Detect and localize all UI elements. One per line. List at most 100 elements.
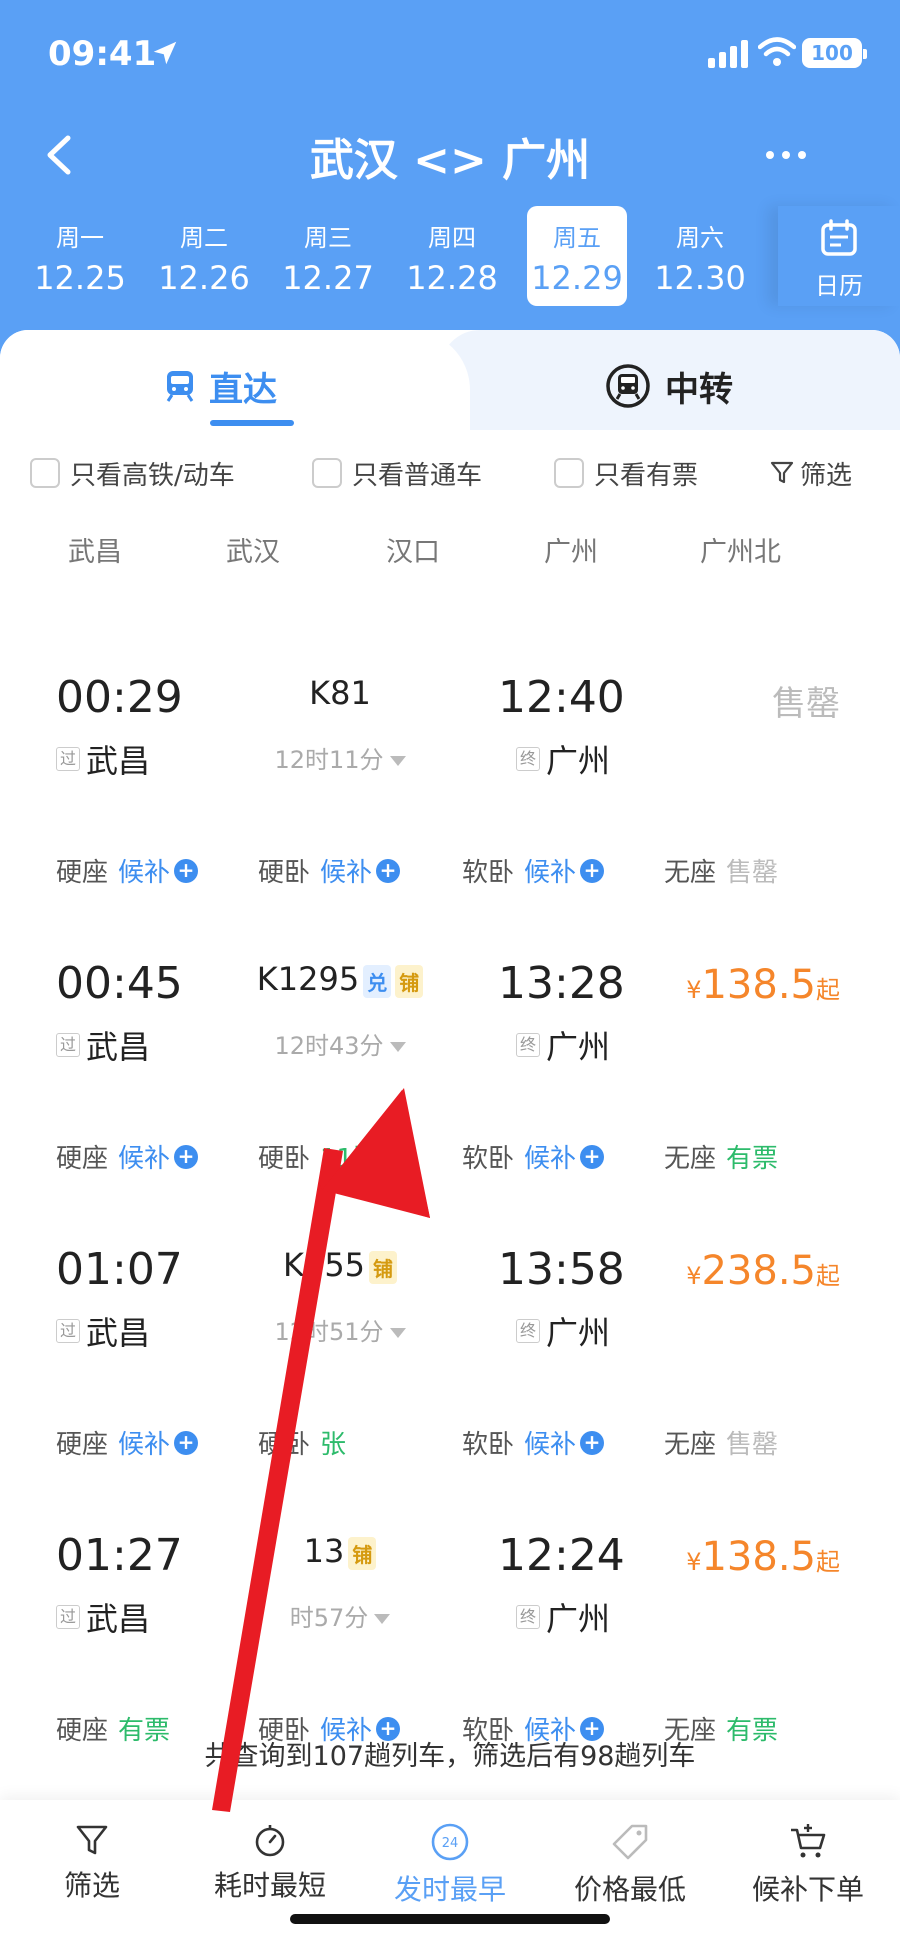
plus-icon: + [174, 1144, 199, 1169]
filter-available-checkbox[interactable]: 只看有票 [554, 450, 698, 496]
filter-normal-checkbox[interactable]: 只看普通车 [312, 450, 482, 496]
seat-no-seat[interactable]: 无座 售罄 [664, 852, 778, 889]
price: ¥138.5起 [686, 1534, 840, 1580]
date-item-selected[interactable]: 周五 12.29 [527, 206, 627, 306]
date-weekday: 周一 [56, 224, 104, 252]
seat-soft-sleeper[interactable]: 软卧 候补 + [462, 1138, 605, 1175]
price-suffix: 起 [816, 976, 840, 1004]
calendar-button[interactable]: 日历 [778, 206, 900, 306]
seat-hard-sleeper[interactable]: 硬卧 候补 + [258, 852, 401, 889]
seat-name: 软卧 [462, 1430, 515, 1460]
seat-status: 候补 [524, 1144, 577, 1174]
station-chip[interactable]: 武汉 [226, 530, 280, 569]
seat-row: 硬座 候补 + 硬卧 候补 + 软卧 候补 + 无座 售罄 [0, 852, 900, 896]
seat-no-seat[interactable]: 无座 有票 [664, 1138, 778, 1175]
date-weekday: 周五 [553, 224, 601, 252]
seat-soft-sleeper[interactable]: 软卧 候补 + [462, 1424, 605, 1461]
toolbar-filter-button[interactable]: 筛选 [12, 1822, 172, 1904]
sort-shortest-button[interactable]: 耗时最短 [190, 1822, 350, 1904]
duration-toggle[interactable]: 12时51分 [240, 1312, 440, 1347]
date-item[interactable]: 周四 12.28 [402, 206, 502, 306]
train-number: 13 铺 [240, 1532, 440, 1570]
duration-toggle[interactable]: 12时43分 [240, 1026, 440, 1061]
arrival-time: 13:28 [498, 958, 625, 1009]
to-station: 终广州 [516, 736, 610, 782]
price-value: 138.5 [701, 1534, 816, 1580]
from-station-name: 武昌 [86, 742, 151, 780]
from-station-name: 武昌 [86, 1314, 151, 1352]
more-options-button[interactable] [762, 140, 810, 170]
train-row[interactable]: 01:07 K755 铺 13:58 ¥238.5起 12时51分 过武昌 终广州… [0, 1212, 900, 1498]
tab-transfer[interactable]: 中转 [605, 356, 733, 416]
filter-button[interactable]: 筛选 [770, 450, 852, 496]
caret-down-icon [389, 1042, 406, 1052]
date-weekday: 周三 [304, 224, 352, 252]
to-station: 终广州 [516, 1308, 610, 1354]
date-item[interactable]: 周六 12.30 [650, 206, 750, 306]
duration: 时57分 [289, 1604, 369, 1632]
checkbox[interactable] [312, 458, 342, 488]
from-station: 过武昌 [56, 1308, 150, 1354]
date-item[interactable]: 周三 12.27 [278, 206, 378, 306]
filter-high-speed-checkbox[interactable]: 只看高铁/动车 [30, 450, 235, 496]
duration: 12时51分 [274, 1318, 384, 1346]
duration-toggle[interactable]: 12时11分 [240, 740, 440, 775]
station-filter: 武昌 武汉 汉口 广州 广州北 [0, 530, 900, 576]
berth-tag: 铺 [369, 1250, 398, 1284]
station-chip[interactable]: 汉口 [386, 530, 440, 569]
seat-no-seat[interactable]: 无座 售罄 [664, 1424, 778, 1461]
to-station-name: 广州 [546, 1028, 611, 1066]
filter-label: 只看普通车 [352, 460, 483, 491]
date-item[interactable]: 周一 12.25 [30, 206, 130, 306]
seat-hard-seat[interactable]: 硬座 候补 + [56, 1138, 199, 1175]
tab-direct[interactable]: 直达 [165, 356, 277, 416]
route-tabs: 直达 中转 [0, 340, 900, 430]
pass-badge: 过 [56, 747, 80, 771]
date-weekday: 周四 [428, 224, 476, 252]
arrival-time: 13:58 [498, 1244, 625, 1295]
departure-time: 01:07 [56, 1244, 183, 1295]
seat-hard-sleeper[interactable]: 硬卧 11张 [258, 1138, 379, 1175]
train-number: K755 铺 [240, 1246, 440, 1284]
sort-cheapest-button[interactable]: 价格最低 [550, 1822, 710, 1908]
funnel-icon [76, 1825, 108, 1855]
waitlist-order-button[interactable]: 候补下单 [728, 1822, 888, 1908]
battery-indicator: 100 [802, 38, 867, 68]
seat-hard-seat[interactable]: 硬座 候补 + [56, 1424, 199, 1461]
seat-hard-seat[interactable]: 硬座 候补 + [56, 852, 199, 889]
active-tab-indicator [210, 420, 294, 426]
sort-earliest-button[interactable]: 24 发时最早 [370, 1822, 530, 1908]
date-item[interactable]: 周二 12.26 [154, 206, 254, 306]
seat-status: 候补 [118, 858, 171, 888]
date-selector: 周一 12.25 周二 12.26 周三 12.27 周四 12.28 周五 1… [0, 206, 900, 316]
arrival-time: 12:40 [498, 672, 625, 723]
price-suffix: 起 [816, 1262, 840, 1290]
seat-soft-sleeper[interactable]: 软卧 候补 + [462, 852, 605, 889]
checkbox[interactable] [30, 458, 60, 488]
station-chip[interactable]: 广州北 [700, 530, 781, 569]
seat-name: 硬座 [56, 1430, 109, 1460]
terminal-badge: 终 [516, 1033, 540, 1057]
seat-hard-sleeper[interactable]: 硬卧张 [258, 1424, 346, 1461]
filter-label: 只看有票 [594, 460, 699, 491]
station-chip[interactable]: 武昌 [68, 530, 122, 569]
date-value: 12.30 [654, 259, 746, 297]
from-station-name: 武昌 [86, 1600, 151, 1638]
seat-row: 硬座 候补 + 硬卧 11张 软卧 候补 + 无座 有票 [0, 1138, 900, 1182]
date-weekday: 周二 [180, 224, 228, 252]
pass-badge: 过 [56, 1033, 80, 1057]
berth-tag: 铺 [395, 964, 424, 998]
train-number-text: K755 [282, 1246, 366, 1284]
filter-label: 只看高铁/动车 [70, 460, 235, 491]
clock-24-text: 24 [442, 1836, 459, 1851]
checkbox[interactable] [554, 458, 584, 488]
train-row[interactable]: 00:45 K1295 兑铺 13:28 ¥138.5起 12时43分 过武昌 终… [0, 926, 900, 1212]
seat-name: 软卧 [462, 1144, 515, 1174]
arrival-time: 12:24 [498, 1530, 625, 1581]
train-row[interactable]: 00:29 K81 12:40 售罄 12时11分 过武昌 终广州 硬座 候补 + … [0, 640, 900, 926]
duration-toggle[interactable]: 时57分 [240, 1598, 440, 1633]
from-station: 过武昌 [56, 736, 150, 782]
station-chip[interactable]: 广州 [544, 530, 598, 569]
location-arrow-icon [153, 41, 177, 65]
plus-icon: + [580, 1430, 605, 1455]
